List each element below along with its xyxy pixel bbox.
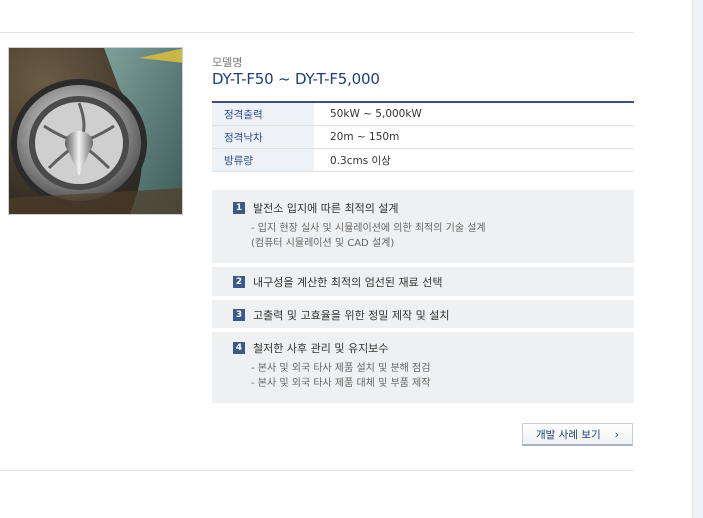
spec-value: 0.3cms 이상 <box>314 148 634 172</box>
spec-key: 방류량 <box>212 148 314 172</box>
feature-title: 내구성을 계산한 최적의 엄선된 재료 선택 <box>253 275 443 289</box>
spec-value: 50kW ~ 5,000kW <box>314 102 634 126</box>
number-badge: 2 <box>233 275 245 288</box>
button-label: 개발 사례 보기 <box>535 428 601 441</box>
right-sidebar-strip <box>692 0 703 518</box>
feature-title: 고출력 및 고효율을 위한 정밀 제작 및 설치 <box>253 308 450 322</box>
number-badge: 4 <box>233 341 245 354</box>
spec-key: 정격출력 <box>212 102 314 126</box>
table-row: 정격출력 50kW ~ 5,000kW <box>212 102 634 126</box>
chevron-right-icon: › <box>614 427 620 441</box>
number-badge: 1 <box>233 201 245 214</box>
feature-detail: - 본사 및 외국 타사 제품 설치 및 분해 점검 <box>251 363 431 374</box>
view-development-cases-button[interactable]: 개발 사례 보기 › <box>522 423 633 446</box>
feature-item: 3 고출력 및 고효율을 위한 정밀 제작 및 설치 <box>212 300 634 328</box>
number-badge: 3 <box>233 308 245 321</box>
table-row: 정격낙차 20m ~ 150m <box>212 125 634 149</box>
table-row: 방류량 0.3cms 이상 <box>212 148 634 172</box>
turbine-photo <box>9 48 182 214</box>
feature-detail: - 입지 현장 실사 및 시뮬레이션에 의한 최적의 기술 설계 <box>251 223 486 234</box>
feature-item: 4 철저한 사후 관리 및 유지보수 - 본사 및 외국 타사 제품 설치 및 … <box>212 332 634 403</box>
divider-top <box>0 32 634 33</box>
spec-value: 20m ~ 150m <box>314 125 634 149</box>
model-name: DY-T-F50 ~ DY-T-F5,000 <box>212 70 380 88</box>
feature-list: 1 발전소 입지에 따른 최적의 설계 - 입지 현장 실사 및 시뮬레이션에 … <box>212 190 634 407</box>
product-image <box>8 47 183 215</box>
feature-title: 발전소 입지에 따른 최적의 설계 <box>253 201 399 215</box>
feature-item: 1 발전소 입지에 따른 최적의 설계 - 입지 현장 실사 및 시뮬레이션에 … <box>212 190 634 263</box>
model-label: 모델명 <box>212 56 243 69</box>
feature-detail: - 본사 및 외국 타사 제품 대체 및 부품 제작 <box>251 378 431 389</box>
feature-detail: (컴퓨터 시뮬레이션 및 CAD 설계) <box>251 238 395 249</box>
spec-key: 정격낙차 <box>212 125 314 149</box>
divider-bottom <box>0 470 634 471</box>
feature-item: 2 내구성을 계산한 최적의 엄선된 재료 선택 <box>212 267 634 296</box>
spec-table: 정격출력 50kW ~ 5,000kW 정격낙차 20m ~ 150m 방류량 … <box>212 101 634 172</box>
feature-title: 철저한 사후 관리 및 유지보수 <box>253 341 389 355</box>
